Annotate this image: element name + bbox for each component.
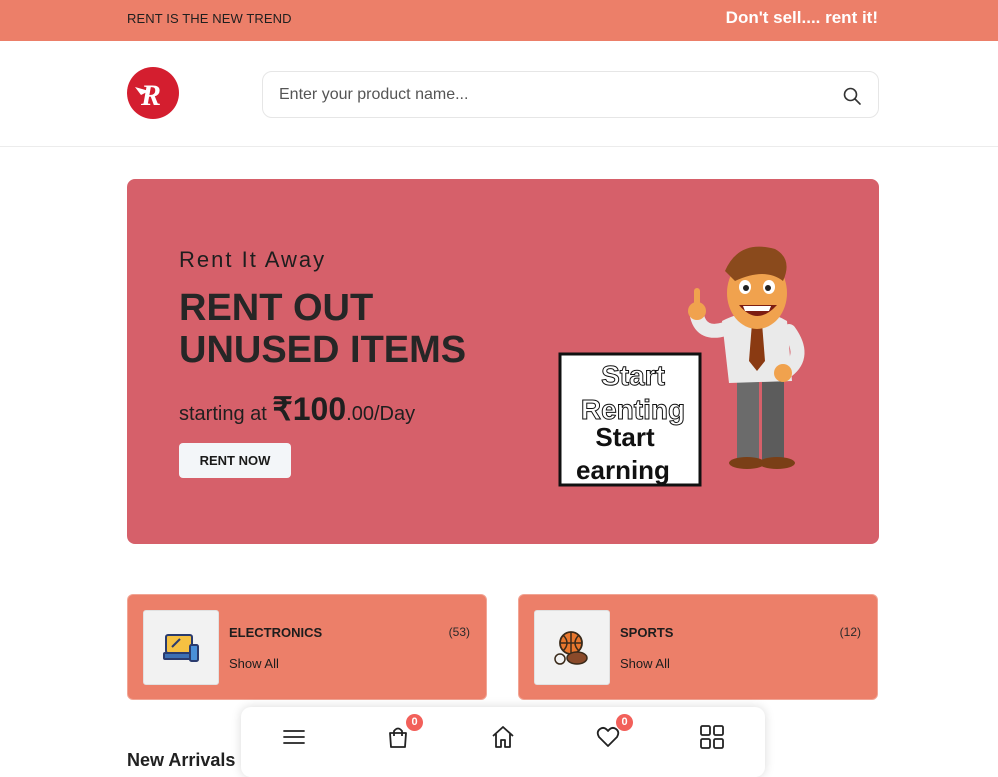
show-all-link[interactable]: Show All	[229, 656, 279, 671]
cart-button[interactable]: 0	[385, 714, 423, 750]
cart-count-badge: 0	[406, 714, 423, 731]
hero-title-line1: RENT OUT	[179, 287, 374, 329]
category-thumbnail	[534, 610, 610, 685]
show-all-link[interactable]: Show All	[620, 656, 670, 671]
tagline: RENT IS THE NEW TREND	[127, 11, 292, 26]
hero-price: starting at ₹100.00/Day	[179, 390, 415, 428]
sign-line-1: Start	[601, 360, 665, 391]
wishlist-button[interactable]: 0	[595, 714, 633, 750]
price-amount: ₹100	[272, 391, 346, 427]
category-thumbnail	[143, 610, 219, 685]
logo-icon: R	[135, 79, 161, 112]
bottom-navigation: 0 0	[241, 707, 765, 777]
category-count: (53)	[448, 625, 470, 639]
category-name: SPORTS	[620, 625, 674, 640]
home-icon	[492, 726, 514, 748]
hero-title-line2: UNUSED ITEMS	[179, 329, 467, 371]
site-header: R	[0, 41, 998, 147]
new-arrivals-heading: New Arrivals	[127, 750, 236, 770]
price-suffix: .00/Day	[346, 403, 416, 425]
sports-ball-icon	[554, 631, 588, 665]
hero-subtitle: Rent It Away	[179, 247, 327, 272]
search-input[interactable]	[279, 82, 819, 108]
sign-line-3: Start	[595, 422, 655, 452]
category-card-electronics[interactable]: ELECTRONICS (53) Show All	[127, 594, 487, 700]
category-card-sports[interactable]: SPORTS (12) Show All	[518, 594, 878, 700]
search-bar	[262, 71, 879, 118]
price-prefix: starting at	[179, 403, 273, 425]
home-button[interactable]	[490, 724, 516, 750]
sign-line-4: earning	[576, 455, 670, 485]
businessman-illustration: Start Renting Start earning	[558, 246, 805, 487]
price-currency: ₹	[272, 391, 293, 427]
electronics-icon	[163, 634, 199, 662]
svg-text:R: R	[140, 79, 161, 112]
menu-button[interactable]	[281, 724, 307, 750]
slogan: Don't sell.... rent it!	[725, 8, 878, 27]
wishlist-count-badge: 0	[616, 714, 633, 731]
top-announcement-bar: RENT IS THE NEW TREND Don't sell.... ren…	[0, 0, 998, 41]
sign-line-2: Renting	[581, 394, 685, 425]
hamburger-menu-icon	[283, 730, 305, 744]
category-name: ELECTRONICS	[229, 625, 323, 640]
grid-icon	[700, 725, 724, 749]
hero-title: RENT OUT UNUSED ITEMS	[179, 287, 539, 371]
search-button[interactable]	[842, 86, 862, 106]
hero-banner: Rent It Away RENT OUT UNUSED ITEMS start…	[127, 179, 879, 544]
category-count: (12)	[839, 625, 861, 639]
categories-grid-button[interactable]	[699, 724, 725, 750]
price-value: 100	[292, 391, 347, 427]
rent-now-button[interactable]: RENT NOW	[179, 443, 291, 478]
site-logo[interactable]: R	[127, 67, 179, 119]
search-icon	[843, 87, 861, 105]
